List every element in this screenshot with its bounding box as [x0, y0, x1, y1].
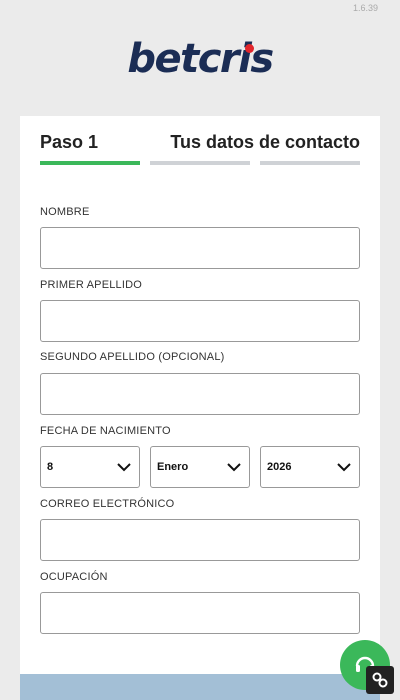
betcris-logo: betcris [0, 36, 400, 82]
correo-label: CORREO ELECTRÓNICO [40, 498, 175, 510]
ocupacion-label: OCUPACIÓN [40, 571, 108, 583]
primer-apellido-input[interactable] [40, 300, 360, 342]
step-label: Paso 1 [40, 132, 99, 152]
birth-day-value: 8 [47, 461, 54, 473]
chevron-down-icon [337, 463, 351, 472]
link-button[interactable] [366, 666, 394, 694]
continue-button[interactable] [20, 674, 380, 700]
fecha-nacimiento-label: FECHA DE NACIMIENTO [40, 425, 171, 437]
birth-year-select[interactable]: 2026 [260, 446, 360, 488]
chevron-down-icon [227, 463, 241, 472]
birth-year-value: 2026 [267, 461, 292, 473]
link-icon [372, 672, 388, 688]
progress-step-2 [150, 161, 250, 165]
progress-step-3 [260, 161, 360, 165]
primer-apellido-label: PRIMER APELLIDO [40, 279, 143, 291]
nombre-label: NOMBRE [40, 206, 90, 218]
app-version: 1.6.39 [352, 3, 378, 13]
ocupacion-input[interactable] [40, 592, 360, 634]
correo-input[interactable] [40, 519, 360, 561]
segundo-apellido-input[interactable] [40, 373, 360, 415]
nombre-input[interactable] [40, 227, 360, 269]
birth-month-value: Enero [157, 461, 189, 473]
step-title: Tus datos de contacto [170, 132, 360, 152]
birth-month-select[interactable]: Enero [150, 446, 250, 488]
segundo-apellido-label: SEGUNDO APELLIDO (OPCIONAL) [40, 351, 225, 363]
chevron-down-icon [117, 463, 131, 472]
birth-day-select[interactable]: 8 [40, 446, 140, 488]
logo-text: betcris [127, 36, 274, 82]
logo-dot [245, 44, 254, 53]
progress-step-1 [40, 161, 140, 165]
